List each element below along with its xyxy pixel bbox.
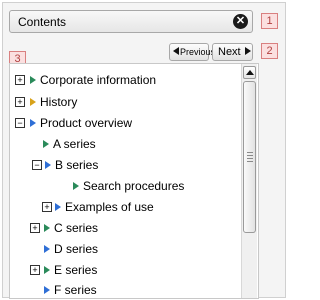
- contents-header: Contents ✕: [9, 10, 253, 33]
- vertical-scrollbar[interactable]: [241, 64, 257, 298]
- scroll-up-icon[interactable]: [243, 66, 256, 79]
- tree-item-label: History: [40, 95, 78, 109]
- grip-line: [247, 161, 253, 162]
- grip-line: [247, 155, 253, 156]
- tree-item-label: B series: [55, 158, 99, 172]
- previous-label: Previous: [180, 47, 216, 57]
- callout-marker-2: 2: [261, 43, 278, 59]
- tree-item-label: Product overview: [40, 116, 133, 130]
- expand-icon[interactable]: +: [30, 223, 40, 233]
- tree-item-label: E series: [54, 263, 98, 277]
- green-triangle-icon: [43, 140, 49, 148]
- blue-triangle-icon: [55, 203, 61, 211]
- tree-item-label: A series: [53, 137, 96, 151]
- grip-line: [247, 158, 253, 159]
- contents-panel: Contents ✕ 1 Previous Next 2 3 + Corpora…: [2, 2, 286, 299]
- tree-item-label: Corporate information: [40, 73, 157, 87]
- green-triangle-icon: [30, 76, 36, 84]
- chevron-left-icon: [173, 47, 179, 56]
- expand-icon[interactable]: +: [15, 75, 25, 85]
- contents-tree: + Corporate information + History − Prod…: [9, 63, 259, 299]
- green-triangle-icon: [73, 182, 79, 190]
- tree-item-label: Examples of use: [65, 200, 154, 214]
- blue-triangle-icon: [45, 161, 51, 169]
- next-label: Next: [218, 46, 241, 58]
- callout-marker-1: 1: [261, 13, 278, 29]
- blue-triangle-icon: [44, 245, 50, 253]
- amber-triangle-icon: [30, 98, 36, 106]
- expand-icon[interactable]: +: [42, 202, 52, 212]
- scrollbar-thumb[interactable]: [243, 81, 256, 233]
- expand-icon[interactable]: +: [15, 97, 25, 107]
- contents-title: Contents: [18, 15, 67, 29]
- green-triangle-icon: [44, 224, 50, 232]
- collapse-icon[interactable]: −: [32, 160, 42, 170]
- previous-button[interactable]: Previous: [169, 43, 215, 61]
- blue-triangle-icon: [30, 119, 36, 127]
- blue-triangle-icon: [44, 286, 50, 294]
- tree-item-label: Search procedures: [83, 179, 185, 193]
- collapse-icon[interactable]: −: [15, 118, 25, 128]
- close-icon[interactable]: ✕: [233, 14, 248, 29]
- tree-item-label: F series: [54, 283, 97, 297]
- grip-line: [247, 152, 253, 153]
- expand-icon[interactable]: +: [30, 265, 40, 275]
- tree-item-label: D series: [54, 242, 99, 256]
- green-triangle-icon: [44, 266, 50, 274]
- next-button[interactable]: Next: [212, 43, 253, 61]
- chevron-right-icon: [244, 47, 251, 56]
- tree-item-label: C series: [54, 221, 99, 235]
